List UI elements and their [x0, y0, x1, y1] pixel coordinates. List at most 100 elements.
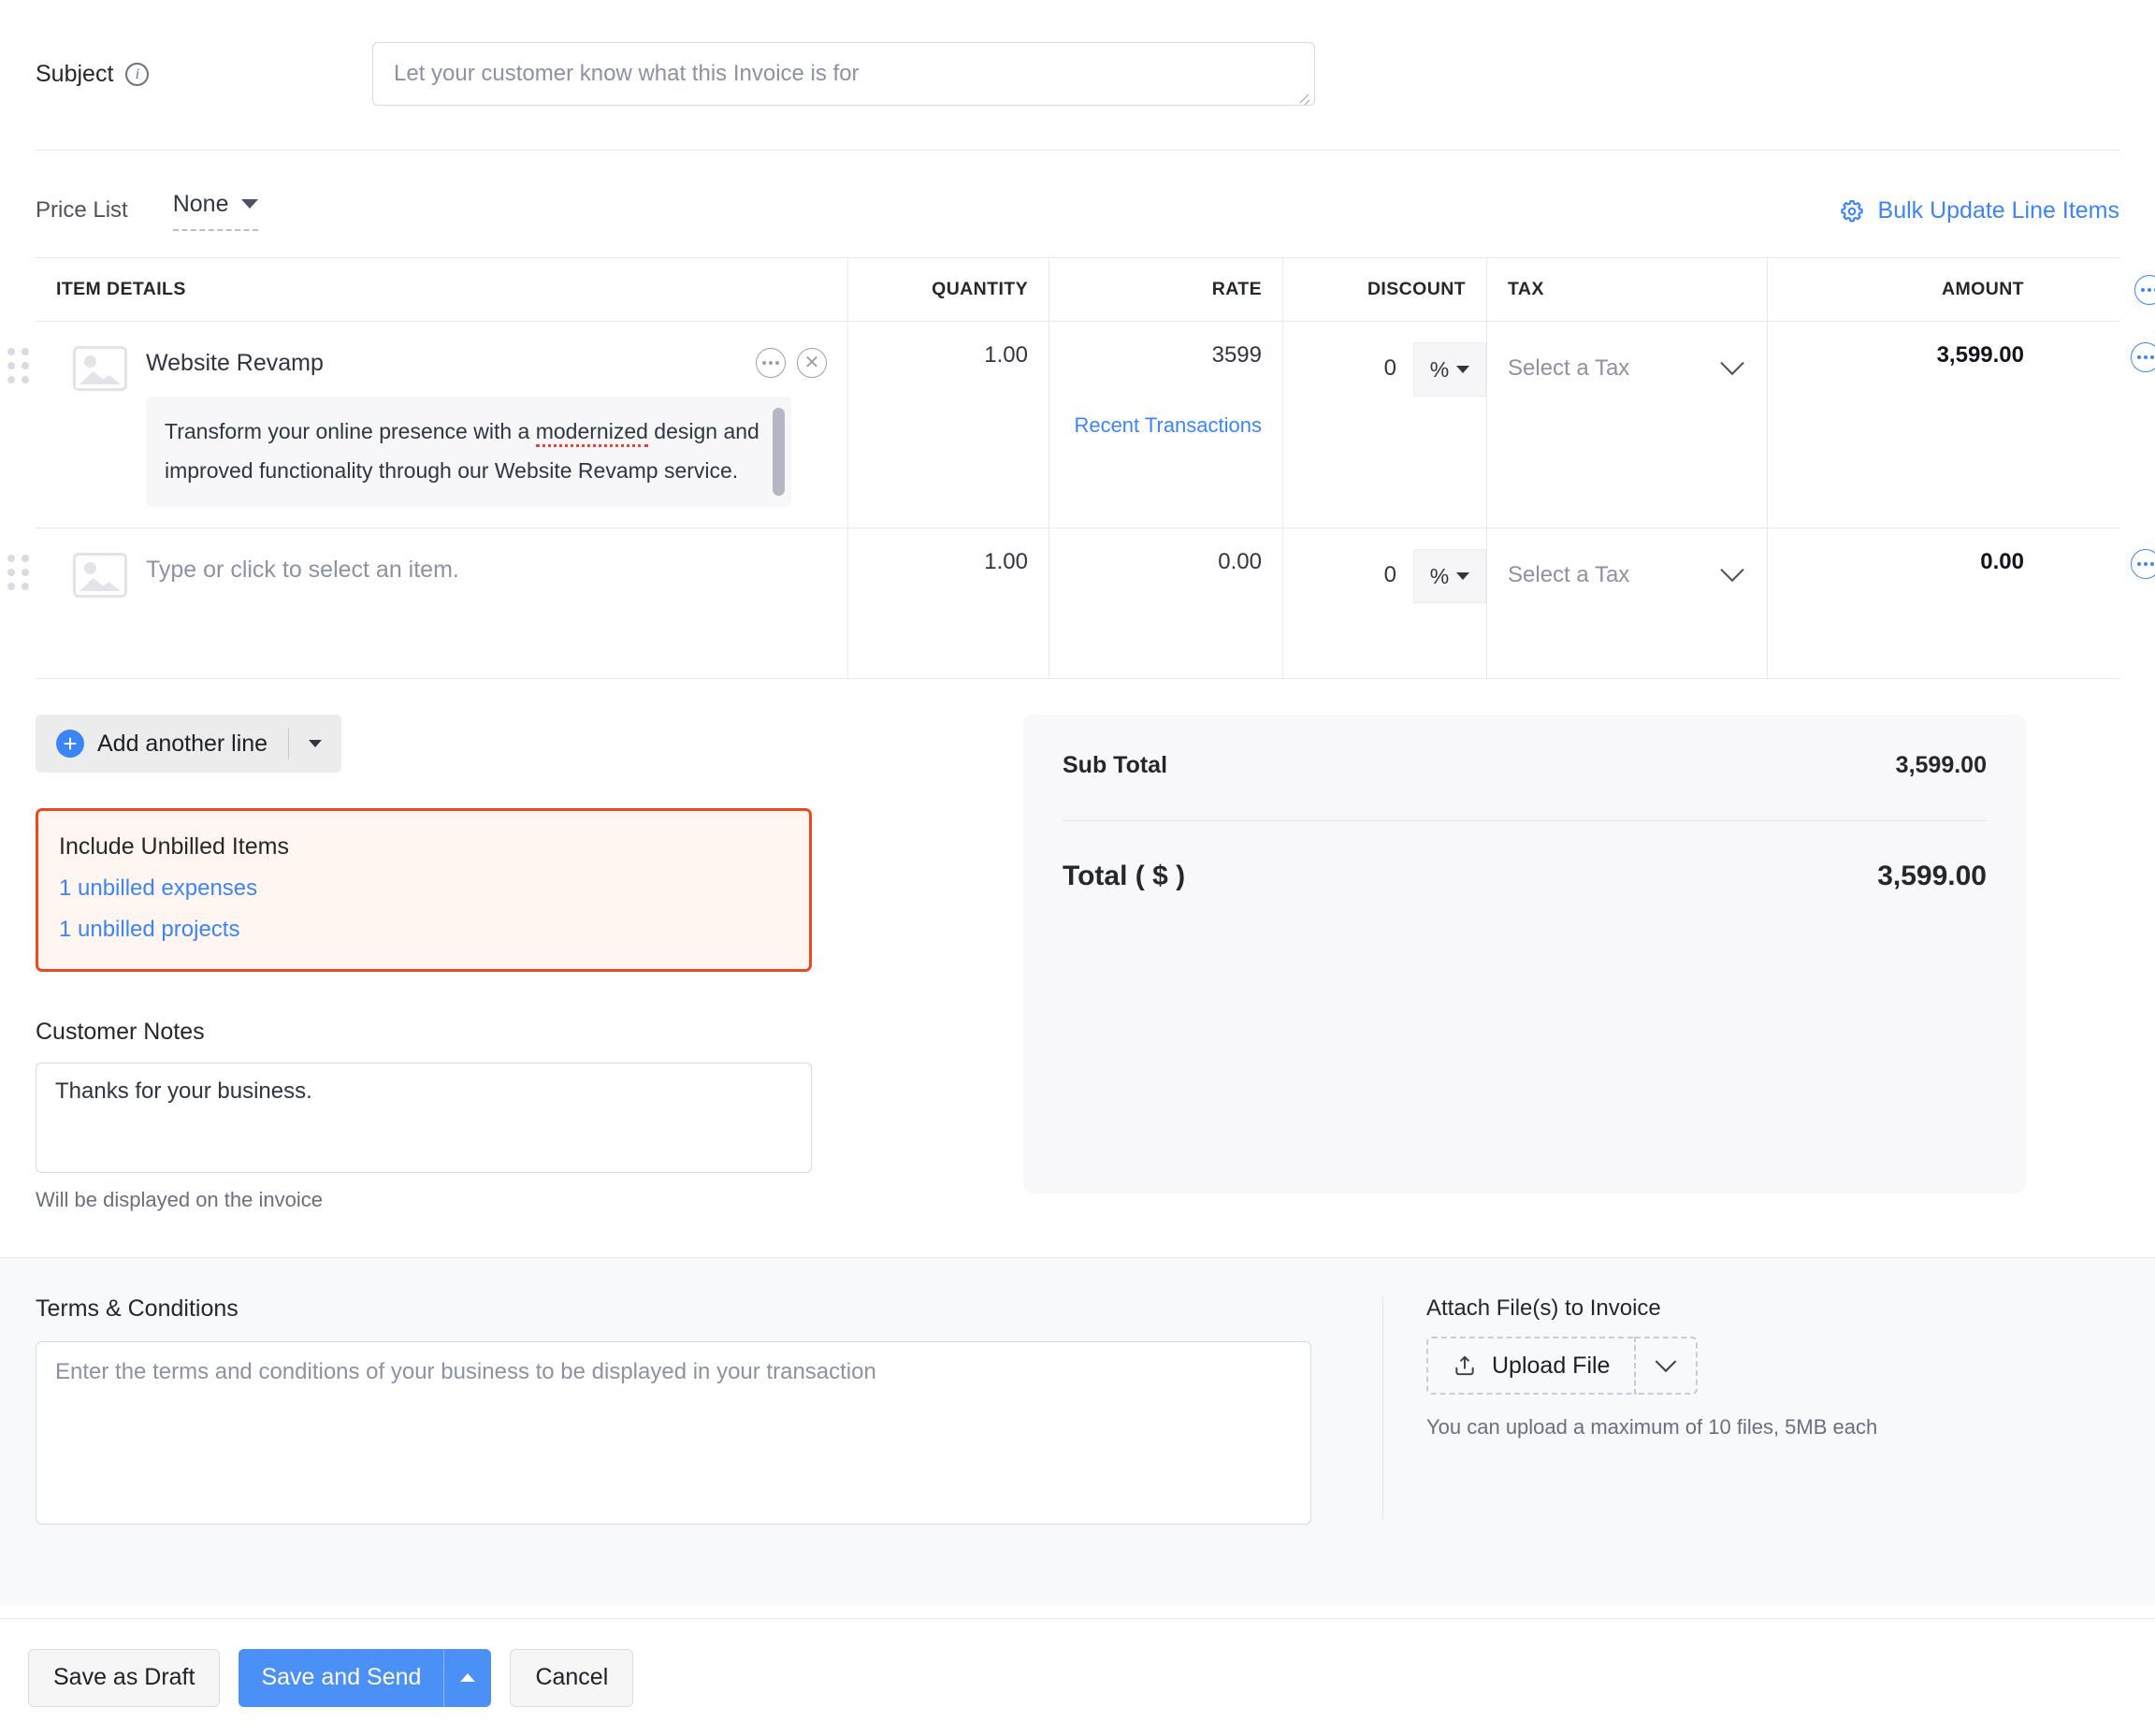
row-more-options-icon[interactable] [2131, 342, 2155, 372]
sub-total-row: Sub Total 3,599.00 [1063, 752, 1987, 779]
info-icon[interactable]: i [125, 63, 149, 86]
cell-tax: Select a Tax [1486, 528, 1767, 678]
price-list-value: None [173, 191, 229, 218]
discount-unit-label: % [1430, 564, 1449, 589]
item-description[interactable]: Transform your online presence with a mo… [146, 397, 791, 507]
subject-input[interactable]: Let your customer know what this Invoice… [372, 42, 1315, 106]
recent-transactions-link[interactable]: Recent Transactions [1070, 413, 1262, 438]
footer-action-bar: Save as Draft Save and Send Cancel [0, 1618, 2155, 1736]
include-unbilled-items-panel: Include Unbilled Items 1 unbilled expens… [36, 808, 812, 972]
add-line-dropdown-button[interactable] [289, 740, 341, 747]
upload-icon [1453, 1353, 1477, 1378]
item-title-actions: ✕ [756, 348, 827, 378]
chevron-down-icon [1656, 1351, 1677, 1372]
item-detail-main: Website Revamp ✕ Transform your online p… [146, 342, 827, 507]
drag-handle-icon[interactable] [7, 555, 29, 590]
drag-handle-icon[interactable] [7, 348, 29, 383]
image-placeholder-icon[interactable] [73, 346, 127, 391]
cell-amount: 3,599.00 [1767, 322, 2045, 528]
item-title-line: Website Revamp ✕ [146, 342, 827, 383]
save-as-draft-button[interactable]: Save as Draft [28, 1649, 220, 1707]
unbilled-projects-link[interactable]: 1 unbilled projects [59, 917, 788, 943]
item-detail-main: Type or click to select an item. [146, 549, 827, 658]
tax-select[interactable]: Select a Tax [1508, 549, 1746, 601]
line-items-table: ITEM DETAILS QUANTITY RATE DISCOUNT TAX … [36, 257, 2119, 679]
add-another-line-label: Add another line [97, 731, 288, 758]
row-actions: ✕ [2131, 549, 2155, 579]
item-more-options-icon[interactable] [756, 348, 786, 378]
caret-down-icon [1456, 366, 1469, 373]
cell-amount: 0.00 [1767, 528, 2045, 678]
terms-label: Terms & Conditions [36, 1295, 1364, 1323]
row-more-options-icon[interactable] [2131, 549, 2155, 579]
cell-item-details: Website Revamp ✕ Transform your online p… [36, 322, 847, 528]
table-more-options-icon[interactable] [2134, 275, 2155, 305]
discount-unit-label: % [1430, 357, 1449, 383]
section-divider [36, 150, 2119, 151]
terms-and-attachments-panel: Terms & Conditions Enter the terms and c… [0, 1257, 2155, 1605]
subject-label: Subject [36, 61, 113, 88]
discount-value[interactable]: 0 [1384, 549, 1413, 601]
price-list-label: Price List [36, 197, 128, 224]
discount-unit-dropdown[interactable]: % [1413, 549, 1486, 603]
save-and-send-dropdown-button[interactable] [444, 1649, 491, 1707]
customer-notes-input[interactable]: Thanks for your business. [36, 1063, 812, 1173]
caret-up-icon [460, 1673, 475, 1682]
terms-column: Terms & Conditions Enter the terms and c… [36, 1295, 1364, 1549]
discount-value[interactable]: 0 [1384, 342, 1413, 395]
item-remove-circle-icon[interactable]: ✕ [797, 348, 827, 378]
caret-down-icon [1456, 572, 1469, 580]
subject-input-wrapper: Let your customer know what this Invoice… [372, 42, 1315, 106]
bulk-update-label: Bulk Update Line Items [1878, 197, 2119, 224]
cell-rate[interactable]: 0.00 [1049, 528, 1282, 678]
bulk-update-line-items-button[interactable]: Bulk Update Line Items [1839, 197, 2119, 224]
item-description-misspelled: modernized [536, 419, 648, 447]
save-and-send-button[interactable]: Save and Send [239, 1649, 443, 1707]
grand-total-row: Total ( $ ) 3,599.00 [1063, 861, 1987, 892]
attachments-label: Attach File(s) to Invoice [1426, 1295, 1877, 1322]
cell-discount: 0 % [1282, 322, 1486, 528]
description-scrollbar[interactable] [773, 408, 785, 496]
tax-select-value: Select a Tax [1508, 355, 1629, 382]
subject-row: Subject i Let your customer know what th… [0, 0, 2155, 150]
item-description-pre: Transform your online presence with a [165, 419, 536, 443]
image-placeholder-icon[interactable] [73, 553, 127, 598]
upload-file-button[interactable]: Upload File [1426, 1337, 1634, 1395]
item-name[interactable]: Website Revamp [146, 350, 324, 377]
line-items-header-row: ITEM DETAILS QUANTITY RATE DISCOUNT TAX … [36, 258, 2119, 322]
cell-quantity[interactable]: 1.00 [847, 322, 1049, 528]
add-another-line-button[interactable]: + Add another line [36, 715, 341, 773]
price-list-select[interactable]: None [173, 191, 259, 231]
column-header-quantity: QUANTITY [847, 258, 1049, 322]
table-row: Website Revamp ✕ Transform your online p… [36, 322, 2119, 528]
chevron-down-icon [1720, 352, 1743, 375]
unbilled-title: Include Unbilled Items [59, 833, 788, 861]
row-actions: ✕ [2131, 342, 2155, 372]
cancel-button[interactable]: Cancel [510, 1649, 633, 1707]
total-label: Total ( $ ) [1063, 861, 1185, 892]
customer-notes-hint: Will be displayed on the invoice [36, 1188, 1014, 1212]
invoice-editor-page: Subject i Let your customer know what th… [0, 0, 2155, 1736]
column-header-rate: RATE [1049, 258, 1282, 322]
attachments-column: Attach File(s) to Invoice Upload File Yo… [1383, 1295, 1877, 1549]
mid-section: + Add another line Include Unbilled Item… [0, 715, 2155, 1212]
tax-select[interactable]: Select a Tax [1508, 342, 1746, 395]
cell-discount: 0 % [1282, 528, 1486, 678]
discount-unit-dropdown[interactable]: % [1413, 342, 1486, 397]
upload-dropdown-button[interactable] [1634, 1337, 1698, 1395]
terms-input[interactable]: Enter the terms and conditions of your b… [36, 1341, 1311, 1525]
sub-total-label: Sub Total [1063, 752, 1167, 779]
rate-value[interactable]: 3599 [1070, 342, 1262, 369]
price-list-row: Price List None Bulk Update Line Items [0, 164, 2155, 257]
column-header-amount: AMOUNT [1767, 258, 2045, 322]
sub-total-value: 3,599.00 [1896, 752, 1987, 779]
column-header-discount: DISCOUNT [1282, 258, 1486, 322]
total-value: 3,599.00 [1877, 861, 1987, 892]
unbilled-expenses-link[interactable]: 1 unbilled expenses [59, 875, 788, 902]
cell-quantity[interactable]: 1.00 [847, 528, 1049, 678]
cell-tax: Select a Tax [1486, 322, 1767, 528]
subject-label-group: Subject i [36, 42, 372, 88]
item-name[interactable]: Type or click to select an item. [146, 557, 459, 584]
tax-select-value: Select a Tax [1508, 562, 1629, 588]
upload-file-label: Upload File [1492, 1353, 1610, 1380]
